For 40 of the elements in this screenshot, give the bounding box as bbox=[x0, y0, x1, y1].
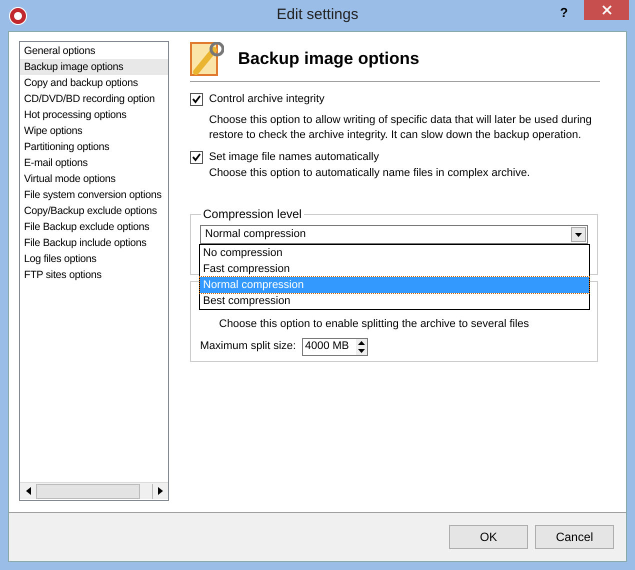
sidebar-item[interactable]: Copy and backup options bbox=[20, 75, 168, 91]
panel-title: Backup image options bbox=[238, 48, 420, 70]
option-description: Choose this option to automatically name files in complex archive. bbox=[208, 166, 531, 181]
option-description: Choose this option to enable splitting the archive to several files bbox=[218, 317, 530, 332]
window-title: Edit settings bbox=[276, 5, 358, 26]
spinner-arrows-icon[interactable] bbox=[356, 338, 367, 354]
dialog-button[interactable]: Cancel bbox=[535, 525, 614, 549]
sidebar-item[interactable]: Wipe options bbox=[20, 123, 168, 139]
sidebar-item[interactable]: Copy/Backup exclude options bbox=[20, 203, 168, 219]
sidebar-item[interactable]: Log files options bbox=[20, 251, 168, 267]
sidebar-item[interactable]: E-mail options bbox=[20, 155, 168, 171]
split-size-field[interactable]: 4000 MB bbox=[302, 338, 368, 356]
option-description: Choose this option to allow writing of specific data that will later be used during restore to check the archive integrity. It can slow down the backup operation. bbox=[208, 113, 593, 143]
sidebar-item[interactable]: Hot processing options bbox=[20, 107, 168, 123]
horizontal-scrollbar[interactable] bbox=[20, 482, 168, 499]
close-icon bbox=[602, 5, 612, 15]
sidebar-item[interactable]: CD/DVD/BD recording option bbox=[20, 91, 168, 107]
compression-dropdown[interactable]: Normal compression bbox=[200, 225, 588, 244]
app-logo-icon bbox=[9, 7, 27, 25]
scroll-thumb[interactable] bbox=[36, 484, 140, 498]
group-legend: Compression level bbox=[201, 205, 304, 223]
checkbox[interactable] bbox=[190, 92, 203, 106]
sidebar-item[interactable]: File Backup exclude options bbox=[20, 219, 168, 235]
checkbox[interactable] bbox=[190, 150, 203, 164]
sidebar-item[interactable]: General options bbox=[20, 43, 168, 59]
sidebar-item[interactable]: File system conversion options bbox=[20, 187, 168, 203]
split-size-label: Maximum split size: bbox=[200, 339, 296, 354]
dropdown-option[interactable]: No compression bbox=[200, 245, 589, 261]
sidebar-item[interactable]: Virtual mode options bbox=[20, 171, 168, 187]
checkbox-label: Control archive integrity bbox=[209, 92, 325, 107]
dropdown-option[interactable]: Best compression bbox=[200, 293, 589, 309]
checkbox-label: Set image file names automatically bbox=[209, 150, 379, 165]
sidebar-item[interactable]: File Backup include options bbox=[20, 235, 168, 251]
close-button[interactable] bbox=[584, 0, 629, 20]
dialog-button[interactable]: OK bbox=[449, 525, 528, 549]
sidebar-item[interactable]: Partitioning options bbox=[20, 139, 168, 155]
help-button[interactable]: ? bbox=[553, 2, 575, 24]
dropdown-option[interactable]: Fast compression bbox=[200, 261, 589, 277]
sidebar-item[interactable]: Backup image options bbox=[20, 59, 168, 75]
sidebar-item[interactable]: FTP sites options bbox=[20, 267, 168, 283]
